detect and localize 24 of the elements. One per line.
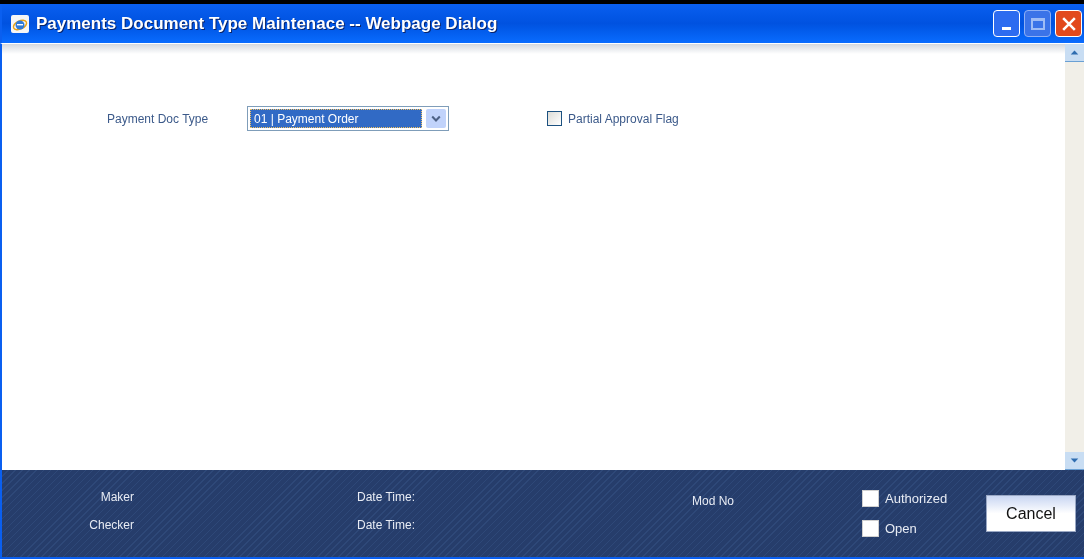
checkbox-label: Partial Approval Flag — [568, 110, 679, 128]
vertical-scrollbar[interactable] — [1065, 44, 1084, 470]
dropdown-caret-icon — [426, 109, 446, 128]
minimize-button[interactable] — [993, 10, 1020, 37]
date-time-label: Date Time: — [357, 516, 417, 534]
status-checkbox[interactable] — [862, 519, 879, 537]
checker-label: Checker — [89, 516, 134, 534]
scroll-up-icon[interactable] — [1065, 44, 1084, 62]
status-checkbox[interactable] — [862, 490, 879, 508]
scroll-down-icon[interactable] — [1065, 452, 1084, 470]
close-button[interactable] — [1055, 10, 1082, 37]
window-title: Payments Document Type Maintenace -- Webpage Dialog — [36, 12, 498, 35]
maximize-button[interactable] — [1024, 10, 1051, 37]
cancel-button[interactable]: Cancel — [986, 495, 1076, 532]
date-time-label: Date Time: — [357, 488, 417, 506]
mod-no-label: Mod No — [692, 493, 736, 510]
checkbox-label: Authorized — [885, 490, 948, 508]
close-icon — [1061, 16, 1076, 31]
doc-type-select[interactable]: 01 | Payment Order — [247, 106, 449, 131]
partial-approval-checkbox[interactable] — [547, 111, 562, 126]
maker-label: Maker — [100, 488, 134, 506]
checkbox-label: Open — [885, 519, 917, 538]
browser-icon — [10, 13, 30, 34]
field-label: Payment Doc Type — [107, 110, 210, 128]
